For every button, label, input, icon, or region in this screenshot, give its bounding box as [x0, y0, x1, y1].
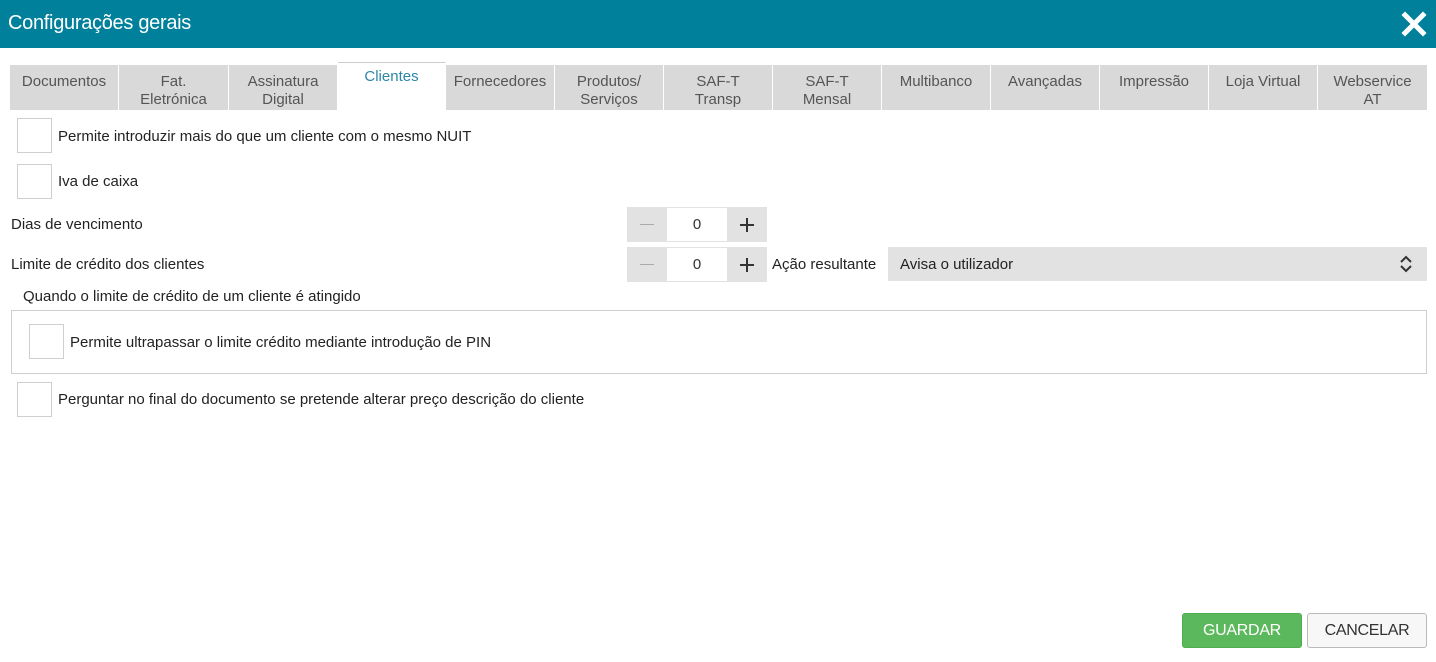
due-days-stepper: 0 — [627, 207, 767, 242]
tab-avancadas[interactable]: Avançadas — [991, 65, 1100, 110]
tab-label: Fornecedores — [453, 73, 547, 90]
resulting-action-select[interactable]: Avisa o utilizador — [888, 247, 1427, 281]
cancel-button[interactable]: CANCELAR — [1307, 613, 1427, 648]
tab-label: Produtos/ Serviços — [576, 73, 642, 108]
tab-loja-virtual[interactable]: Loja Virtual — [1209, 65, 1318, 110]
ask-price-change-label: Perguntar no final do documento se prete… — [58, 391, 585, 408]
tab-saft-mensal[interactable]: SAF-T Mensal — [773, 65, 882, 110]
ask-price-change-checkbox[interactable] — [17, 382, 52, 417]
tab-label: SAF-T Transp — [694, 73, 742, 108]
resulting-action-label: Ação resultante — [772, 256, 877, 273]
credit-limit-decrement-button[interactable] — [627, 247, 667, 282]
close-icon — [1401, 11, 1427, 37]
tab-multibanco[interactable]: Multibanco — [882, 65, 991, 110]
dialog-titlebar: Configurações gerais — [0, 0, 1436, 48]
tab-label: Documentos — [21, 73, 107, 90]
tab-assinatura-digital[interactable]: Assinatura Digital — [229, 65, 338, 110]
tab-label: Loja Virtual — [1225, 73, 1301, 90]
tab-saft-transp[interactable]: SAF-T Transp — [664, 65, 773, 110]
tab-impressao[interactable]: Impressão — [1100, 65, 1209, 110]
allow-pin-override-label: Permite ultrapassar o limite crédito med… — [70, 334, 492, 351]
limit-reached-heading: Quando o limite de crédito de um cliente… — [23, 288, 361, 305]
allow-same-nuit-checkbox[interactable] — [17, 118, 52, 153]
credit-limit-input[interactable]: 0 — [667, 247, 727, 282]
tab-label: Avançadas — [1008, 73, 1082, 90]
due-days-increment-button[interactable] — [727, 207, 767, 242]
tab-fat-eletronica[interactable]: Fat. Eletrónica — [119, 65, 229, 110]
tab-label: Clientes — [364, 68, 419, 85]
close-button[interactable] — [1400, 10, 1428, 38]
chevron-up-down-icon — [1400, 255, 1412, 273]
due-days-input[interactable]: 0 — [667, 207, 727, 242]
tab-label: Fat. Eletrónica — [140, 73, 207, 108]
tab-label: Multibanco — [899, 73, 973, 90]
settings-tabbar: Documentos Fat. Eletrónica Assinatura Di… — [10, 62, 1427, 110]
tab-documentos[interactable]: Documentos — [10, 65, 119, 110]
tab-label: SAF-T Mensal — [802, 73, 852, 108]
allow-pin-override-checkbox[interactable] — [29, 324, 64, 359]
save-button[interactable]: GUARDAR — [1182, 613, 1302, 648]
credit-limit-stepper: 0 — [627, 247, 767, 282]
tab-fornecedores[interactable]: Fornecedores — [446, 65, 555, 110]
resulting-action-value: Avisa o utilizador — [900, 256, 1014, 273]
tab-webservice-at[interactable]: Webservice AT — [1318, 65, 1427, 110]
due-days-label: Dias de vencimento — [11, 216, 143, 233]
tab-label: Webservice AT — [1333, 73, 1412, 108]
cash-vat-checkbox[interactable] — [17, 164, 52, 199]
credit-limit-label: Limite de crédito dos clientes — [11, 256, 205, 273]
tab-produtos-servicos[interactable]: Produtos/ Serviços — [555, 65, 664, 110]
tab-label: Assinatura Digital — [247, 73, 319, 108]
credit-limit-increment-button[interactable] — [727, 247, 767, 282]
dialog-title: Configurações gerais — [8, 12, 191, 34]
due-days-decrement-button[interactable] — [627, 207, 667, 242]
tab-label: Impressão — [1118, 73, 1190, 90]
cash-vat-label: Iva de caixa — [58, 173, 139, 190]
allow-same-nuit-label: Permite introduzir mais do que um client… — [58, 128, 472, 145]
tab-clientes[interactable]: Clientes — [338, 62, 446, 110]
